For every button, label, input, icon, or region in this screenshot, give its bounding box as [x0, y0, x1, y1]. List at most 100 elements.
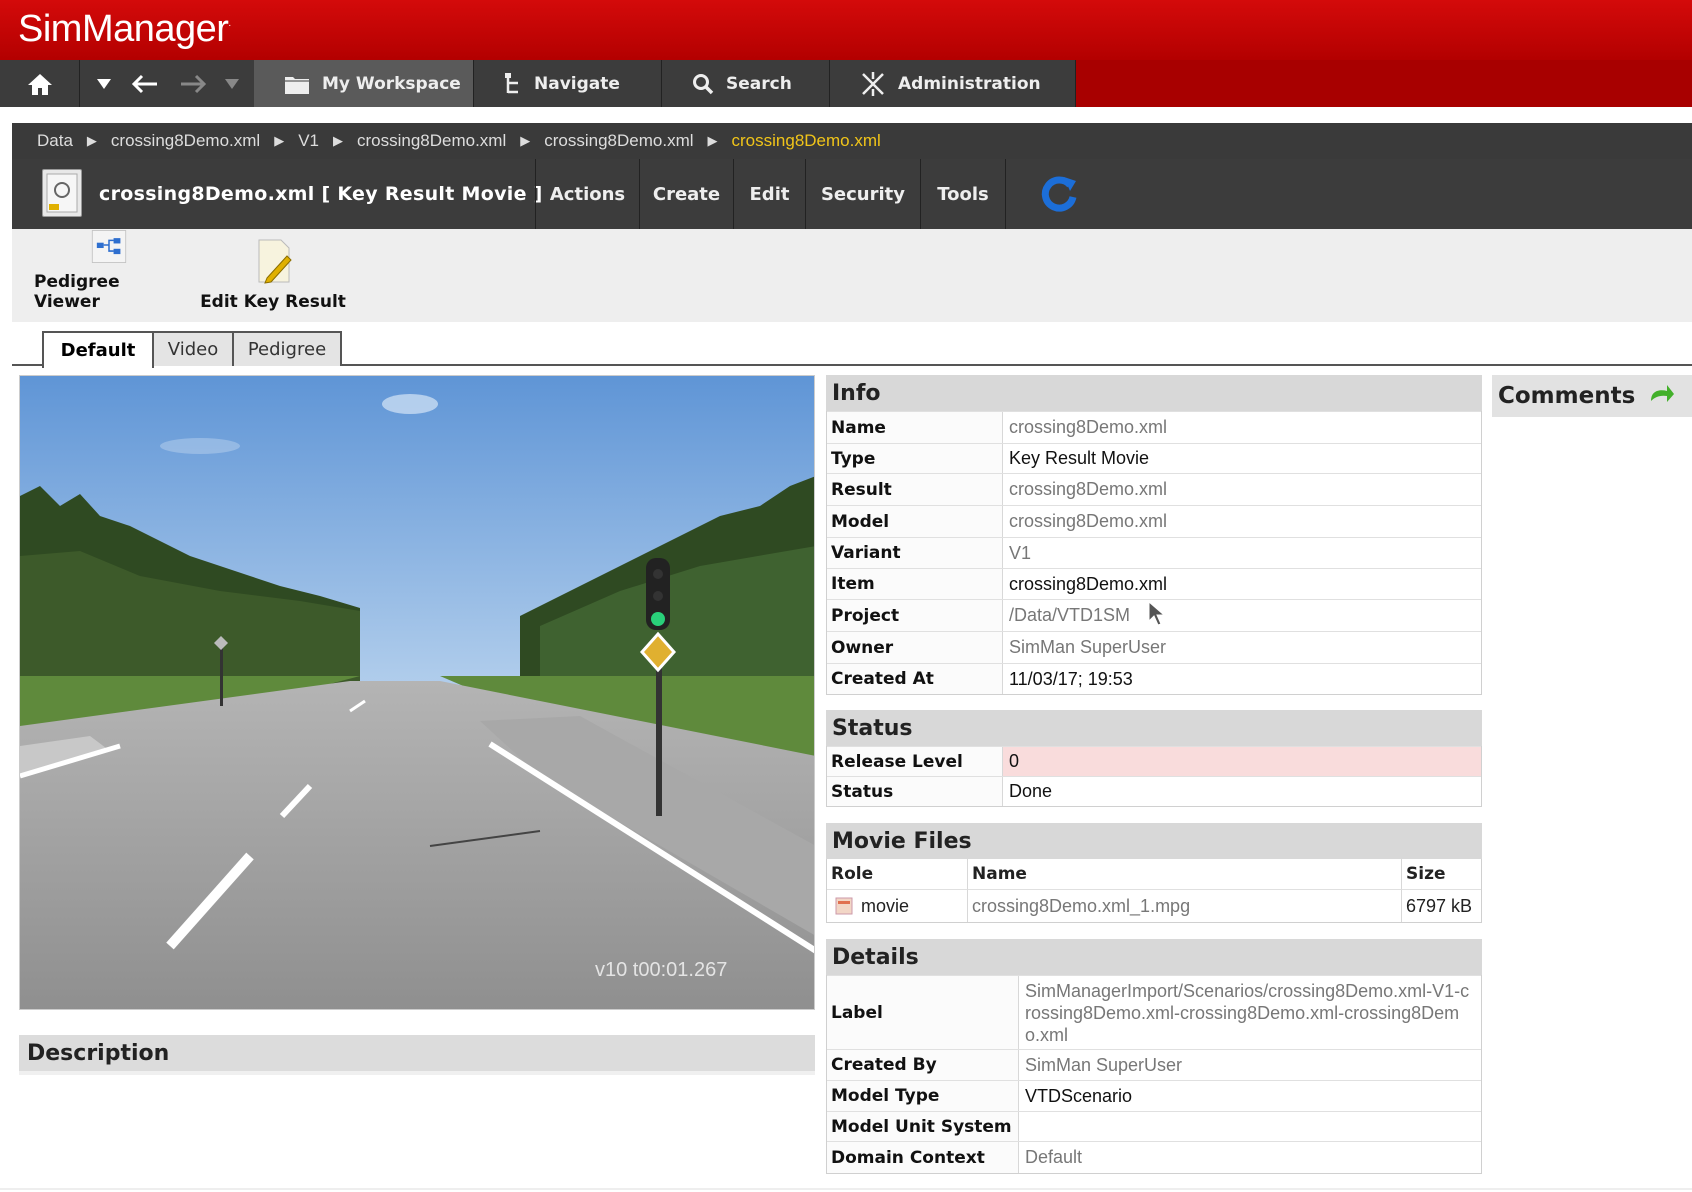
info-row-model: Model crossing8Demo.xml [827, 505, 1481, 537]
menu-create[interactable]: Create [639, 159, 733, 229]
info-header: Info [826, 375, 1482, 411]
info-value[interactable]: crossing8Demo.xml [1003, 474, 1481, 505]
footer-divider [0, 1188, 1692, 1190]
status-key: Release Level [827, 747, 1003, 776]
details-table: Label SimManagerImport/Scenarios/crossin… [826, 975, 1482, 1174]
info-row-item: Item crossing8Demo.xml [827, 568, 1481, 599]
info-key: Variant [827, 538, 1003, 568]
movie-files-table: Role Name Size movie crossing8Demo.xml_1… [826, 859, 1482, 923]
mouse-cursor-icon [1148, 601, 1166, 626]
info-key: Item [827, 569, 1003, 599]
info-value[interactable]: V1 [1003, 538, 1481, 568]
edit-document-icon [258, 239, 292, 284]
status-table: Release Level 0 Status Done [826, 746, 1482, 807]
details-value: VTDScenario [1025, 1085, 1133, 1106]
tab-administration[interactable]: Administration [830, 60, 1076, 107]
search-icon [693, 73, 714, 94]
details-key: Model Type [827, 1081, 1019, 1111]
tab-label: Navigate [534, 73, 620, 94]
menu-security[interactable]: Security [805, 159, 920, 229]
tab-navigate[interactable]: Navigate [474, 60, 662, 107]
details-row-created-by: Created By SimMan SuperUser [827, 1049, 1481, 1080]
breadcrumb-item[interactable]: V1 [298, 131, 319, 151]
tab-label: My Workspace [322, 73, 461, 94]
column-header-size[interactable]: Size [1402, 859, 1481, 889]
column-header-role[interactable]: Role [827, 859, 968, 889]
breadcrumb-item[interactable]: crossing8Demo.xml [357, 131, 506, 151]
tools-icon [862, 71, 884, 96]
info-value[interactable]: /Data/VTD1SM [1003, 600, 1481, 631]
forward-dropdown-icon[interactable] [220, 60, 244, 107]
tab-default[interactable]: Default [42, 331, 154, 368]
app-header: SimManager. [0, 0, 1692, 60]
info-key: Result [827, 474, 1003, 505]
breadcrumb-separator-icon: ▶ [274, 133, 285, 148]
refresh-icon[interactable] [1038, 173, 1080, 215]
object-header: crossing8Demo.xml [ Key Result Movie ] A… [12, 159, 1692, 229]
edit-key-result-label: Edit Key Result [200, 292, 346, 312]
movie-files-header-row: Role Name Size [827, 859, 1481, 889]
pedigree-viewer-label: Pedigree Viewer [34, 272, 120, 312]
details-value[interactable]: SimMan SuperUser [1019, 1050, 1481, 1080]
details-key: Created By [827, 1050, 1019, 1080]
status-row-release-level: Release Level 0 [827, 746, 1481, 776]
movie-document-icon [42, 169, 82, 217]
details-key: Model Unit System [827, 1112, 1019, 1141]
file-role-cell: movie [827, 889, 968, 922]
add-comment-icon[interactable] [1647, 383, 1675, 409]
home-icon[interactable] [0, 60, 80, 107]
tab-my-workspace[interactable]: My Workspace [254, 60, 474, 107]
breadcrumb-item[interactable]: crossing8Demo.xml [544, 131, 693, 151]
menu-edit[interactable]: Edit [733, 159, 805, 229]
details-value[interactable]: Default [1019, 1142, 1481, 1173]
pedigree-viewer-button[interactable]: Pedigree Viewer [34, 229, 184, 322]
movie-files-header: Movie Files [826, 823, 1482, 859]
file-role: movie [861, 895, 910, 916]
forward-arrow-icon[interactable] [176, 60, 210, 107]
menu-tools[interactable]: Tools [920, 159, 1006, 229]
breadcrumb: Data ▶ crossing8Demo.xml ▶ V1 ▶ crossing… [12, 123, 1692, 159]
table-row[interactable]: movie crossing8Demo.xml_1.mpg 6797 kB [827, 889, 1481, 922]
breadcrumb-current[interactable]: crossing8Demo.xml [732, 131, 881, 151]
status-row-status: Status Done [827, 776, 1481, 806]
info-row-owner: Owner SimMan SuperUser [827, 631, 1481, 663]
tab-search[interactable]: Search [662, 60, 830, 107]
info-value[interactable]: crossing8Demo.xml [1003, 569, 1481, 599]
file-name[interactable]: crossing8Demo.xml_1.mpg [968, 889, 1402, 922]
info-key: Model [827, 506, 1003, 537]
status-header: Status [826, 710, 1482, 746]
comments-title: Comments [1498, 383, 1636, 409]
details-value [1019, 1112, 1481, 1141]
breadcrumb-separator-icon: ▶ [332, 133, 343, 148]
info-row-result: Result crossing8Demo.xml [827, 473, 1481, 505]
info-value: 11/03/17; 19:53 [1009, 668, 1133, 689]
video-frame[interactable]: v10 t00:01.267 [19, 375, 815, 1010]
tab-label: Administration [898, 73, 1041, 94]
menu-actions[interactable]: Actions [535, 159, 639, 229]
details-row-model-type: Model Type VTDScenario [827, 1080, 1481, 1111]
details-value: SimManagerImport/Scenarios/crossing8Demo… [1025, 980, 1470, 1045]
info-value[interactable]: crossing8Demo.xml [1003, 506, 1481, 537]
info-key: Project [827, 600, 1003, 631]
app-logo[interactable]: SimManager. [18, 8, 231, 51]
object-title: crossing8Demo.xml [ Key Result Movie ] [99, 183, 543, 205]
tab-video[interactable]: Video [152, 331, 234, 366]
history-dropdown-icon[interactable] [92, 60, 116, 107]
comments-header: Comments [1492, 375, 1692, 417]
info-value[interactable]: crossing8Demo.xml [1003, 412, 1481, 443]
info-value[interactable]: SimMan SuperUser [1003, 632, 1481, 663]
content-tabs: Default Video Pedigree [12, 331, 1692, 368]
info-row-type: Type Key Result Movie [827, 443, 1481, 473]
tab-pedigree[interactable]: Pedigree [232, 331, 342, 366]
info-table: Name crossing8Demo.xml Type Key Result M… [826, 411, 1482, 695]
breadcrumb-item[interactable]: Data [37, 131, 73, 151]
column-header-name[interactable]: Name [968, 859, 1402, 889]
back-arrow-icon[interactable] [128, 60, 162, 107]
info-value: Key Result Movie [1009, 448, 1150, 468]
description-header: Description [19, 1035, 815, 1075]
info-key: Name [827, 412, 1003, 443]
breadcrumb-item[interactable]: crossing8Demo.xml [111, 131, 260, 151]
action-toolbar: Pedigree Viewer Edit Key Result [12, 229, 1692, 322]
info-row-name: Name crossing8Demo.xml [827, 411, 1481, 443]
edit-key-result-button[interactable]: Edit Key Result [198, 229, 348, 322]
